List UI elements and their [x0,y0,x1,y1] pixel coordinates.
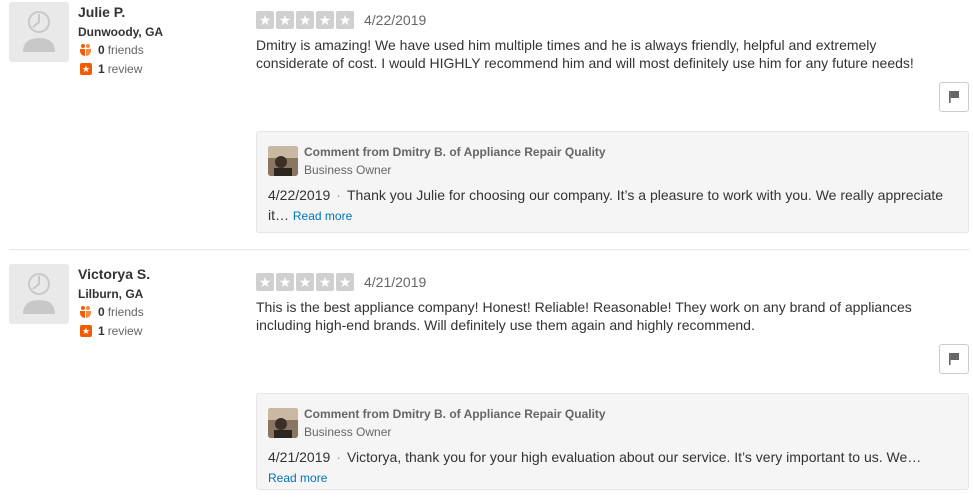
flag-icon [949,91,959,103]
review-date: 4/22/2019 [364,12,427,28]
owner-role: Business Owner [304,425,392,439]
owner-comment: Comment from Dmitry B. of Appliance Repa… [256,393,969,490]
default-user-icon [9,2,69,62]
star-icon: ★ [296,11,314,29]
user-location: Dunwoody, GA [78,25,164,39]
star-icon: ★ [336,11,354,29]
owner-role: Business Owner [304,163,392,177]
user-avatar[interactable] [9,2,69,62]
default-user-icon [9,264,69,324]
star-rating: ★ ★ ★ ★ ★ [256,11,354,29]
star-rating: ★ ★ ★ ★ ★ [256,273,354,291]
owner-comment-date: 4/21/2019 [268,449,331,465]
owner-comment-date: 4/22/2019 [268,187,331,203]
flag-button[interactable] [939,344,969,374]
separator-dot: · [336,187,341,203]
review-text: This is the best appliance company! Hone… [256,299,912,333]
review-count: ★ 1 review [80,324,143,338]
review-star-icon: ★ [80,325,92,337]
owner-comment-title: Comment from Dmitry B. of Appliance Repa… [304,145,606,159]
review-text: Dmitry is amazing! We have used him mult… [256,37,914,71]
star-icon: ★ [276,273,294,291]
friends-count: 0 friends [80,305,144,319]
star-icon: ★ [256,273,274,291]
review-divider [9,249,969,250]
user-avatar[interactable] [9,264,69,324]
owner-comment-body: 4/22/2019 · Thank you Julie for choosing o… [268,185,963,226]
user-name[interactable]: Victorya S. [78,266,150,282]
read-more-link[interactable]: Read more [293,209,352,223]
star-icon: ★ [336,273,354,291]
owner-comment-text: Victorya, thank you for your high evalua… [346,449,922,465]
read-more-link[interactable]: Read more [268,471,327,485]
owner-comment-body: 4/21/2019 · Victorya, thank you for your h… [268,447,963,488]
star-icon: ★ [316,11,334,29]
flag-icon [949,353,959,365]
friends-icon [80,44,92,56]
owner-comment-text: Thank you Julie for choosing our company… [268,187,944,223]
flag-button[interactable] [939,82,969,112]
star-icon: ★ [276,11,294,29]
star-icon: ★ [256,11,274,29]
review-item: Julie P. Dunwoody, GA 0 friends ★ 1 review… [0,0,973,249]
owner-comment: Comment from Dmitry B. of Appliance Repa… [256,131,969,233]
user-location: Lilburn, GA [78,287,144,301]
user-name[interactable]: Julie P. [78,4,125,20]
review-item: Victorya S. Lilburn, GA 0 friends ★ 1 revi… [0,262,973,503]
star-icon: ★ [316,273,334,291]
review-count: ★ 1 review [80,62,143,76]
owner-comment-title: Comment from Dmitry B. of Appliance Repa… [304,407,606,421]
review-date: 4/21/2019 [364,274,427,290]
friends-icon [80,306,92,318]
friends-count: 0 friends [80,43,144,57]
separator-dot: · [336,449,341,465]
owner-avatar[interactable] [268,408,298,438]
star-icon: ★ [296,273,314,291]
owner-avatar[interactable] [268,146,298,176]
review-star-icon: ★ [80,63,92,75]
